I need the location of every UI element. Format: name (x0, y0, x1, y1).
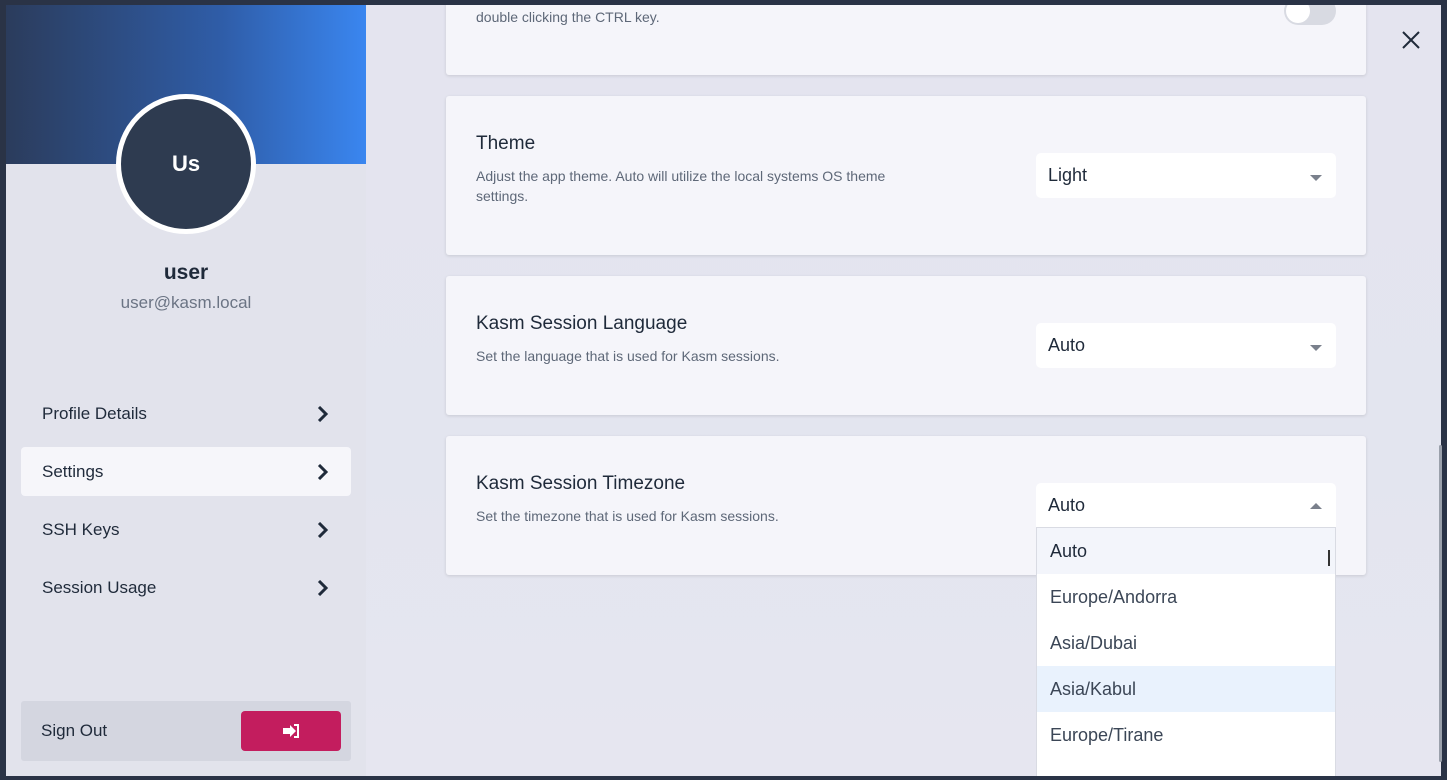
setting-description: Adjust the app theme. Auto will utilize … (476, 168, 886, 204)
avatar-initials: Us (171, 151, 201, 176)
settings-card-theme: Theme Adjust the app theme. Auto will ut… (446, 96, 1366, 255)
timezone-select[interactable]: Auto (1036, 483, 1336, 528)
sign-out-label: Sign Out (41, 721, 108, 740)
nav-item-session-usage[interactable]: Session Usage (21, 563, 351, 612)
setting-description: Set the timezone that is used for Kasm s… (476, 508, 779, 524)
settings-card-partial: double clicking the CTRL key. (446, 5, 1366, 75)
setting-description: double clicking the CTRL key. (476, 9, 660, 25)
nav-item-label: Session Usage (42, 577, 157, 597)
chevron-right-icon (317, 579, 329, 596)
settings-card-language: Kasm Session Language Set the language t… (446, 276, 1366, 415)
nav-item-profile-details[interactable]: Profile Details (21, 389, 351, 438)
timezone-option[interactable]: Auto (1037, 528, 1335, 574)
theme-select[interactable]: Light (1036, 153, 1336, 198)
settings-panel: double clicking the CTRL key. Theme Adju… (366, 5, 1441, 776)
nav-item-ssh-keys[interactable]: SSH Keys (21, 505, 351, 554)
caret-down-icon (1310, 174, 1322, 181)
nav-item-settings[interactable]: Settings (21, 447, 351, 496)
chevron-right-icon (317, 521, 329, 538)
setting-toggle[interactable] (1284, 5, 1336, 25)
timezone-option[interactable]: Asia/Kabul (1037, 666, 1335, 712)
select-value: Light (1048, 165, 1088, 185)
chevron-right-icon (317, 405, 329, 422)
timezone-option[interactable]: Europe/Andorra (1037, 574, 1335, 620)
close-icon (1402, 31, 1420, 49)
avatar: Us (116, 94, 256, 234)
timezone-dropdown[interactable]: Auto Europe/Andorra Asia/Dubai Asia/Kabu… (1036, 527, 1336, 776)
nav-item-label: Profile Details (42, 403, 147, 423)
toggle-knob (1286, 5, 1310, 23)
language-select[interactable]: Auto (1036, 323, 1336, 368)
nav-item-label: SSH Keys (42, 519, 120, 539)
caret-down-icon (1310, 344, 1322, 351)
timezone-option[interactable]: Asia/Dubai (1037, 620, 1335, 666)
select-value: Auto (1048, 495, 1086, 515)
chevron-right-icon (317, 463, 329, 480)
timezone-option[interactable]: Europe/Tirane (1037, 712, 1335, 758)
setting-title: Theme (476, 133, 536, 154)
user-name: user (163, 261, 209, 284)
close-button[interactable] (1398, 27, 1424, 53)
sign-out-button[interactable] (241, 711, 341, 751)
caret-up-icon (1310, 502, 1322, 509)
profile-nav: Profile Details Settings SSH Keys Sessio… (21, 389, 351, 621)
dropdown-scrollbar[interactable] (1328, 550, 1330, 566)
setting-title: Kasm Session Language (476, 313, 688, 334)
sign-out-panel: Sign Out (21, 701, 351, 761)
setting-description: Set the language that is used for Kasm s… (476, 348, 780, 364)
select-value: Auto (1048, 335, 1086, 355)
profile-sidebar: Us user user@kasm.local Profile Details … (6, 5, 366, 776)
setting-title: Kasm Session Timezone (476, 473, 686, 494)
page-scrollbar[interactable] (1439, 445, 1442, 762)
user-email: user@kasm.local (120, 293, 252, 312)
app-window: Us user user@kasm.local Profile Details … (0, 0, 1447, 780)
nav-item-label: Settings (42, 461, 104, 481)
sign-out-icon (283, 724, 299, 738)
